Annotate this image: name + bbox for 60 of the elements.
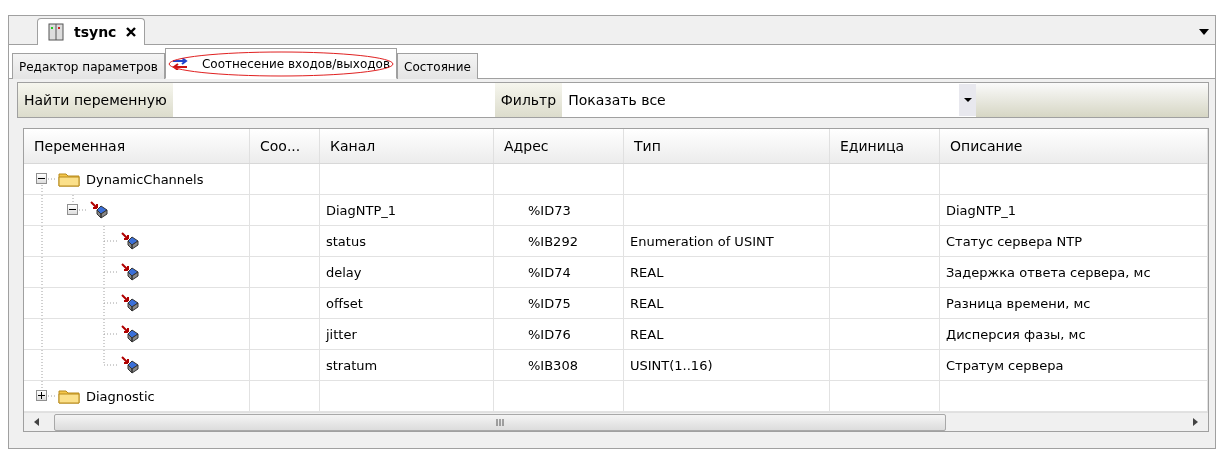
tab[interactable]: Редактор параметров	[12, 53, 165, 80]
table-cell: %ID76	[528, 326, 571, 342]
column-header[interactable]: Тип	[624, 129, 830, 163]
table-cell: Разница времени, мс	[946, 295, 1091, 311]
column-header[interactable]: Канал	[320, 129, 494, 163]
table-cell: %ID75	[528, 295, 571, 311]
document-title: tsync	[74, 24, 117, 41]
grip-icon	[496, 418, 504, 426]
table-cell: Enumeration of USINT	[630, 233, 774, 249]
table-cell: delay	[326, 264, 362, 280]
table-cell: status	[326, 233, 366, 249]
minus-icon	[38, 175, 45, 182]
table-cell: %IB292	[528, 233, 578, 249]
scroll-right-icon[interactable]	[1190, 417, 1200, 427]
scroll-left-icon[interactable]	[32, 417, 42, 427]
table-cell: DiagNTP_1	[326, 202, 397, 218]
minus-icon	[69, 206, 76, 213]
table-cell: %ID73	[528, 202, 571, 218]
table-cell: Задержка ответа сервера, мс	[946, 264, 1151, 280]
variable-name: Diagnostic	[86, 388, 155, 404]
table-cell: Стратум сервера	[946, 357, 1064, 373]
plus-icon	[38, 392, 45, 399]
table-cell: offset	[326, 295, 363, 311]
folder-icon	[58, 171, 80, 187]
variable-icon	[120, 232, 140, 250]
column-header[interactable]: Соо...	[250, 129, 320, 163]
table-cell: jitter	[326, 326, 357, 342]
close-icon	[126, 27, 137, 38]
expand-button[interactable]	[36, 390, 47, 401]
table-cell: %IB308	[528, 357, 578, 373]
table-cell: USINT(1..16)	[630, 357, 713, 373]
document-tab[interactable]: tsync	[37, 18, 146, 46]
collapse-button[interactable]	[36, 173, 47, 184]
column-header[interactable]: Адрес	[494, 129, 624, 163]
horizontal-scrollbar[interactable]	[24, 412, 1208, 431]
table-cell: %ID74	[528, 264, 571, 280]
table-cell: REAL	[630, 295, 664, 311]
table-cell: REAL	[630, 264, 664, 280]
table-cell: Статус сервера NTP	[946, 233, 1083, 249]
table-cell: stratum	[326, 357, 378, 373]
variable-icon	[120, 294, 140, 312]
scroll-thumb[interactable]	[54, 413, 946, 431]
column-header[interactable]: Единица	[830, 129, 940, 163]
variable-icon	[120, 263, 140, 281]
collapse-button[interactable]	[67, 204, 78, 215]
variable-name: DynamicChannels	[86, 171, 204, 187]
variable-icon	[89, 201, 109, 219]
caret-icon[interactable]	[1199, 29, 1209, 35]
tab[interactable]: Состояние	[397, 53, 478, 80]
swap-arrows-icon	[171, 57, 188, 70]
variable-icon	[120, 325, 140, 343]
column-header[interactable]: Переменная	[24, 129, 250, 163]
device-icon	[48, 23, 64, 42]
table-cell: DiagNTP_1	[946, 202, 1017, 218]
table-cell: Дисперсия фазы, мс	[946, 326, 1086, 342]
tab[interactable]: Соотнесение входов/выходов	[164, 48, 397, 80]
column-header[interactable]: Описание	[940, 129, 1208, 163]
table-cell: REAL	[630, 326, 664, 342]
folder-icon	[58, 388, 80, 404]
variable-icon	[120, 356, 140, 374]
